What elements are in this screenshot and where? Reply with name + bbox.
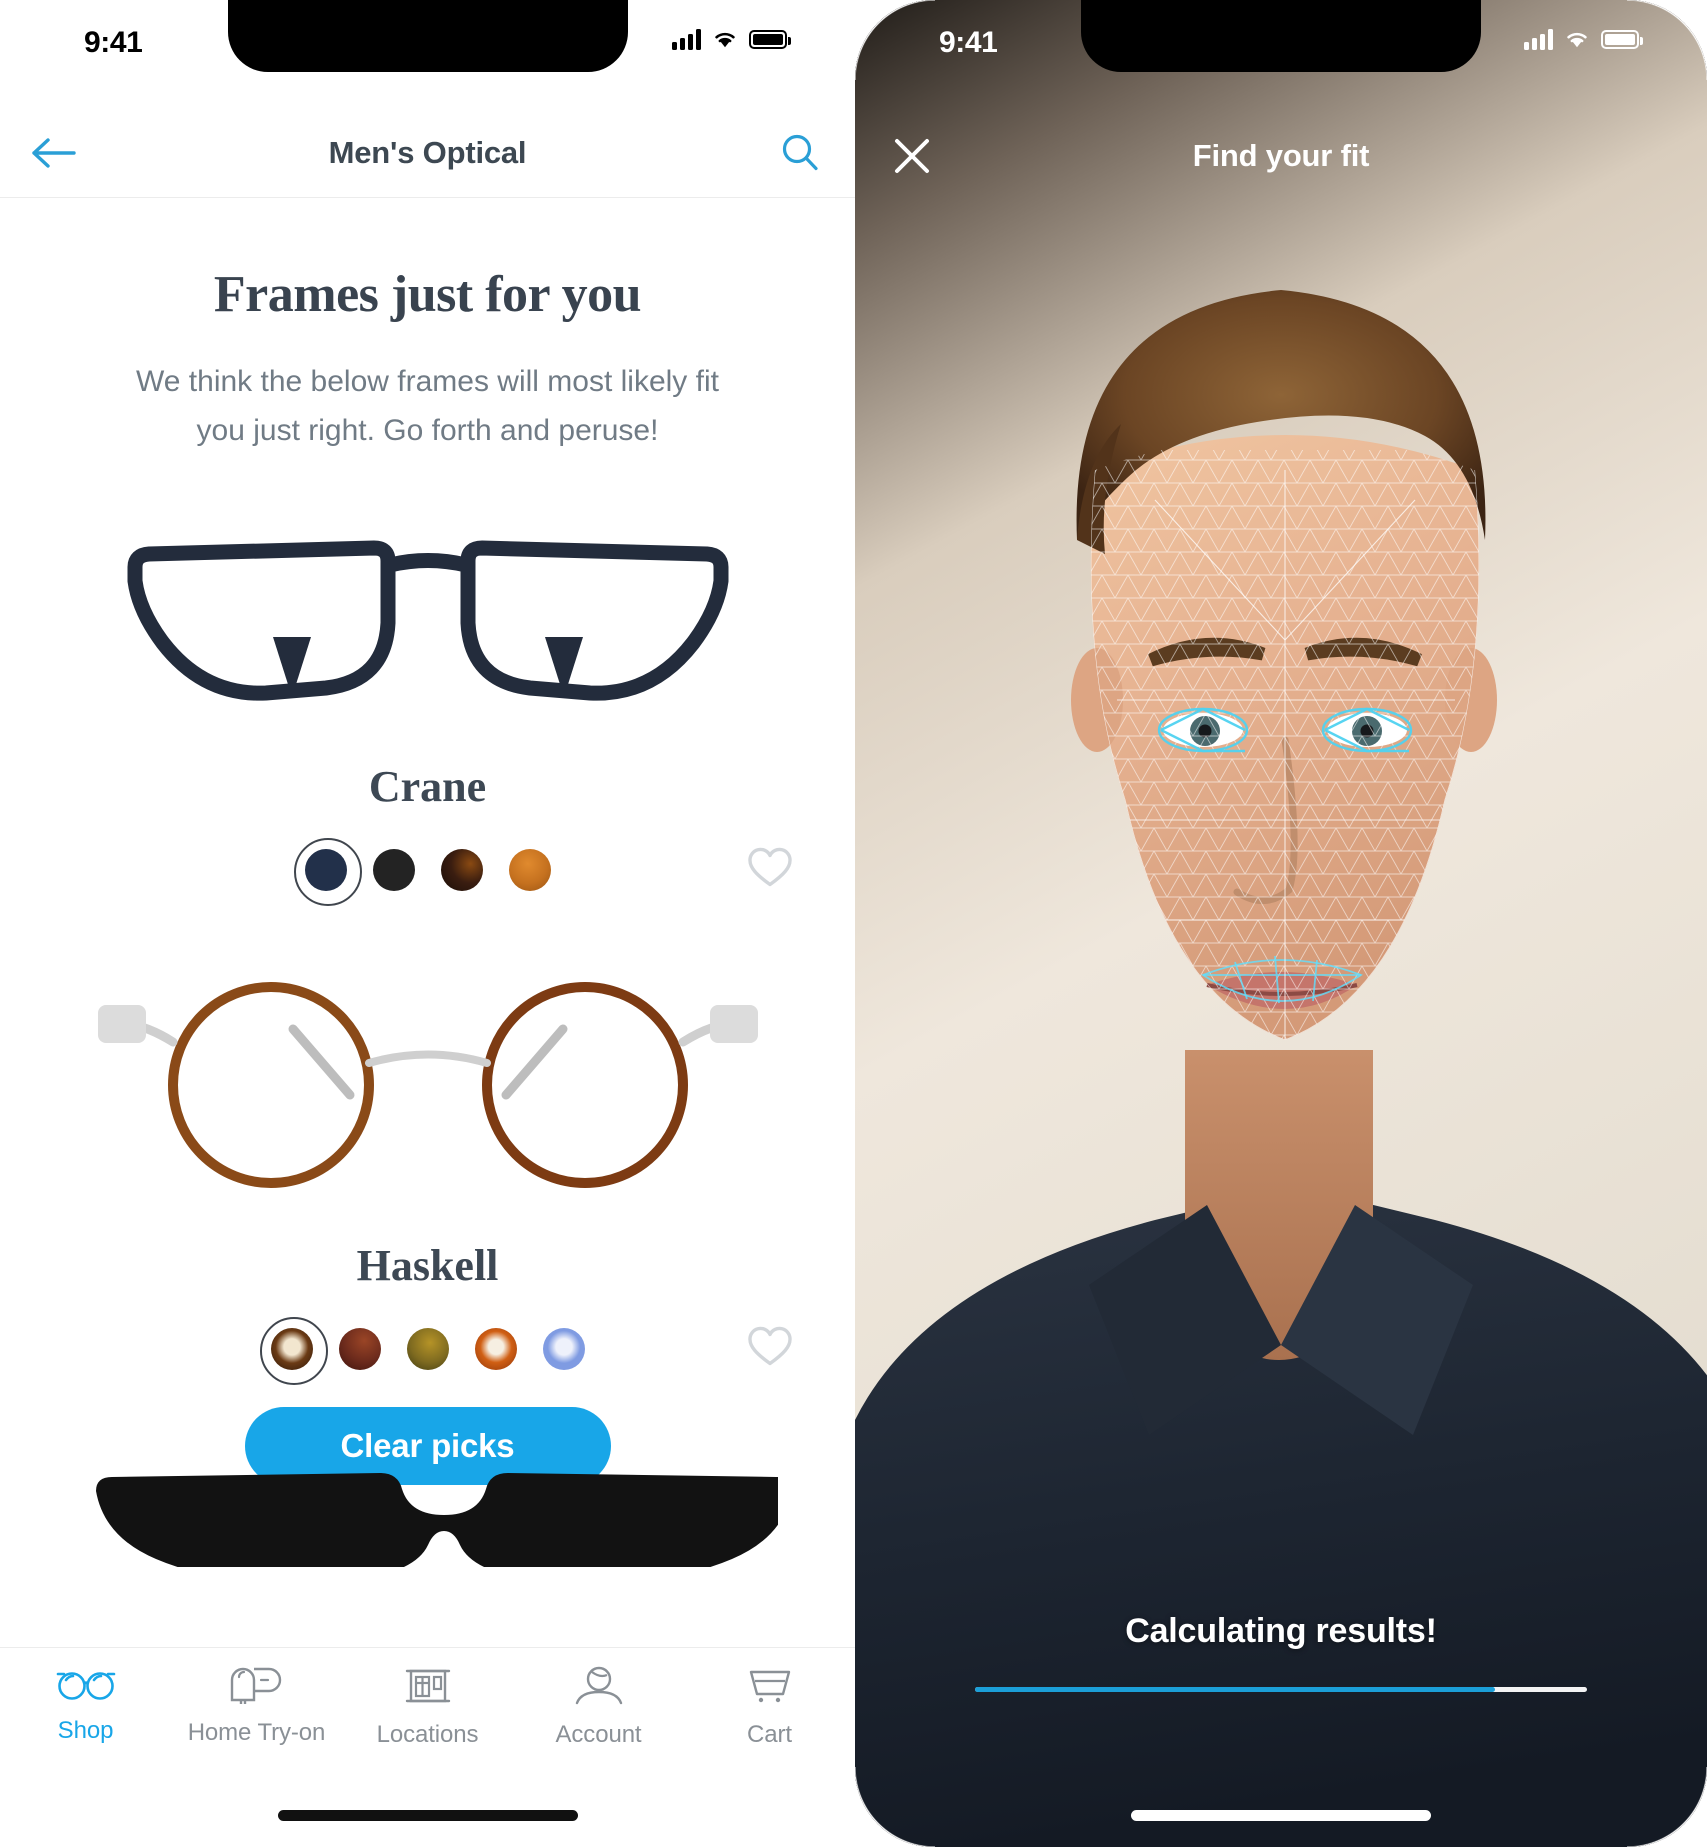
tab-label: Locations xyxy=(376,1721,479,1748)
battery-full-icon xyxy=(1601,29,1643,49)
page-title: Men's Optical xyxy=(328,134,527,170)
home-indicator[interactable] xyxy=(1131,1810,1431,1821)
swatch-burnt-orange[interactable] xyxy=(474,1328,517,1371)
home-indicator[interactable] xyxy=(277,1810,578,1821)
notch xyxy=(227,0,628,72)
close-x-icon[interactable] xyxy=(881,125,943,187)
swatch-navy[interactable] xyxy=(293,838,364,909)
dual-phone-screenshot: 9:41 Men's Optical Frames just for you W… xyxy=(0,0,1707,1847)
camera-preview xyxy=(855,0,1707,1847)
tab-account[interactable]: Account xyxy=(513,1666,684,1749)
product-card-haskell[interactable]: Haskell xyxy=(0,932,855,1388)
swatch-oxblood[interactable] xyxy=(338,1328,381,1371)
rectangular-eyeglasses-navy-icon[interactable] xyxy=(0,485,855,753)
progress-bar-fill xyxy=(975,1687,1496,1692)
hero-title: Frames just for you xyxy=(213,266,642,323)
status-bar-icons xyxy=(672,28,791,50)
cellular-bars-icon xyxy=(672,28,701,50)
shop-phone: 9:41 Men's Optical Frames just for you W… xyxy=(0,0,855,1847)
swatch-olive-amber[interactable] xyxy=(406,1328,449,1371)
swatch-black[interactable] xyxy=(372,849,415,892)
person-icon xyxy=(573,1666,625,1711)
product-name: Crane xyxy=(368,762,487,812)
swatch-row-haskell[interactable] xyxy=(0,1317,855,1388)
search-icon[interactable] xyxy=(769,122,831,184)
status-bar-time: 9:41 xyxy=(939,26,998,59)
tab-shop[interactable]: Shop xyxy=(0,1666,171,1745)
tab-label: Home Try-on xyxy=(187,1719,326,1746)
storefront-icon xyxy=(404,1666,452,1711)
eyeglasses-icon xyxy=(55,1666,117,1707)
swatch-row-crane[interactable] xyxy=(0,838,855,909)
product-card-crane[interactable]: Crane xyxy=(0,485,855,909)
product-feed[interactable]: Frames just for you We think the below f… xyxy=(0,199,855,1847)
product-name: Haskell xyxy=(356,1241,499,1291)
swatch-dark-tortoise[interactable] xyxy=(440,849,483,892)
cellular-bars-icon xyxy=(1524,28,1553,50)
tab-label: Cart xyxy=(747,1721,792,1748)
mailbox-icon xyxy=(228,1666,286,1709)
swatch-periwinkle[interactable] xyxy=(542,1328,585,1371)
tab-cart[interactable]: Cart xyxy=(684,1666,855,1749)
shopping-cart-icon xyxy=(745,1666,795,1711)
battery-full-icon xyxy=(749,29,791,49)
back-arrow-icon[interactable] xyxy=(22,122,84,184)
notch xyxy=(1081,0,1481,72)
nav-bar: Men's Optical xyxy=(0,108,855,198)
status-bar: 9:41 xyxy=(855,0,1707,108)
progress-bar xyxy=(975,1687,1587,1692)
favorite-heart-icon[interactable] xyxy=(747,1326,793,1373)
status-bar-icons xyxy=(1524,28,1643,50)
tab-home-try-on[interactable]: Home Try-on xyxy=(171,1666,342,1747)
tab-label: Account xyxy=(555,1721,642,1748)
hero-subtitle: We think the below frames will most like… xyxy=(136,365,719,447)
tab-locations[interactable]: Locations xyxy=(342,1666,513,1749)
round-eyeglasses-tortoise-icon[interactable] xyxy=(0,932,855,1232)
ar-title: Find your fit xyxy=(1192,138,1370,173)
swatch-amber[interactable] xyxy=(508,849,551,892)
status-bar: 9:41 xyxy=(0,0,855,108)
swatch-tortoise[interactable] xyxy=(259,1317,330,1388)
tab-label: Shop xyxy=(57,1717,114,1744)
ar-top-bar: Find your fit xyxy=(855,108,1707,204)
black-eyeglasses-partial-icon[interactable] xyxy=(0,1471,855,1568)
status-bar-time: 9:41 xyxy=(84,26,143,59)
favorite-heart-icon[interactable] xyxy=(747,847,793,894)
wifi-icon xyxy=(1564,29,1590,49)
wifi-icon xyxy=(712,29,738,49)
ar-fit-phone: 9:41 Find your fit Calculating results! xyxy=(855,0,1707,1847)
ar-status-text: Calculating results! xyxy=(1125,1612,1437,1650)
